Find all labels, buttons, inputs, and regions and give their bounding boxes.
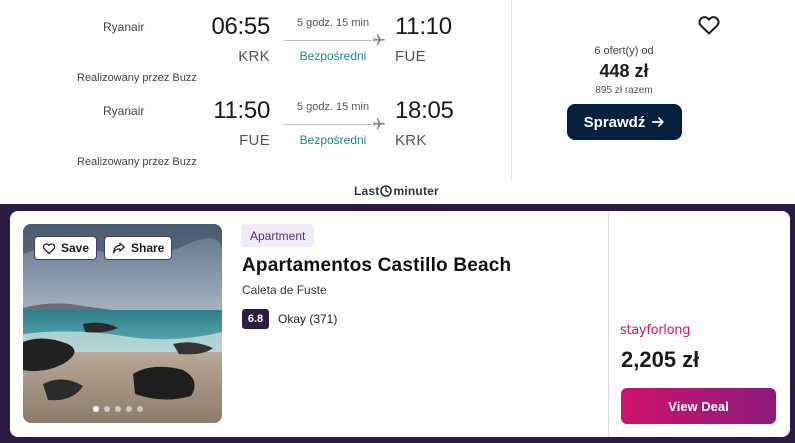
photo-carousel-dots bbox=[93, 406, 143, 412]
airline-name: Ryanair bbox=[103, 20, 145, 34]
rating-label: Okay (371) bbox=[278, 312, 338, 326]
carousel-dot[interactable] bbox=[115, 406, 121, 412]
flight-leg-outbound: Ryanair 06:55 KRK 5 godz. 15 min Bezpośr… bbox=[0, 0, 511, 84]
share-icon bbox=[113, 242, 125, 254]
card-divider bbox=[511, 0, 512, 180]
direct-label: Bezpośredni bbox=[299, 133, 367, 147]
direct-label: Bezpośredni bbox=[299, 49, 367, 63]
check-button[interactable]: Sprawdź bbox=[567, 104, 682, 140]
carousel-dot[interactable] bbox=[93, 406, 99, 412]
clock-icon bbox=[380, 185, 393, 197]
flight-duration: 5 godz. 15 min bbox=[296, 101, 370, 113]
operated-by: Realizowany przez Buzz bbox=[77, 72, 197, 84]
check-button-label: Sprawdź bbox=[583, 113, 646, 131]
plane-icon bbox=[373, 118, 385, 130]
plane-icon bbox=[373, 34, 385, 46]
view-deal-button[interactable]: View Deal bbox=[621, 388, 776, 424]
route-line bbox=[284, 40, 372, 41]
arrival-time: 11:10 bbox=[395, 13, 452, 40]
view-deal-label: View Deal bbox=[668, 398, 729, 414]
card-divider bbox=[608, 211, 609, 437]
arrival-airport: FUE bbox=[395, 48, 426, 65]
departure-airport: FUE bbox=[239, 132, 270, 149]
share-button-label: Share bbox=[131, 241, 165, 255]
hotel-name[interactable]: Apartamentos Castillo Beach bbox=[242, 255, 511, 277]
save-button-label: Save bbox=[61, 241, 90, 255]
arrow-right-icon bbox=[652, 117, 665, 127]
flight-result-card: Ryanair 06:55 KRK 5 godz. 15 min Bezpośr… bbox=[0, 0, 795, 180]
hotel-location: Caleta de Fuste bbox=[242, 283, 327, 297]
hotel-section: Save Share Apartment Apartamentos Castil… bbox=[0, 204, 795, 443]
logo-text-part2: minuter bbox=[393, 184, 439, 198]
lastminuter-logo: Last minuter bbox=[354, 184, 439, 198]
save-button[interactable]: Save bbox=[34, 236, 98, 260]
carousel-dot[interactable] bbox=[104, 406, 110, 412]
logo-text-part1: Last bbox=[354, 184, 380, 198]
arrival-airport: KRK bbox=[395, 132, 427, 149]
hotel-price: 2,205 zł bbox=[621, 347, 700, 372]
hotel-photo[interactable]: Save Share bbox=[23, 224, 222, 423]
flight-leg-return: Ryanair 11:50 FUE 5 godz. 15 min Bezpośr… bbox=[0, 84, 511, 168]
flight-price: 448 zł bbox=[599, 61, 649, 81]
flight-duration: 5 godz. 15 min bbox=[296, 17, 370, 29]
offers-count: 6 ofert(y) od bbox=[594, 45, 654, 57]
carousel-dot[interactable] bbox=[137, 406, 143, 412]
rating-score: 6.8 bbox=[242, 309, 269, 329]
arrival-time: 18:05 bbox=[395, 97, 454, 124]
operated-by: Realizowany przez Buzz bbox=[77, 156, 197, 168]
property-type-badge: Apartment bbox=[241, 224, 315, 247]
flight-total-price: 895 zł razem bbox=[595, 85, 653, 96]
heart-icon[interactable] bbox=[697, 13, 721, 35]
share-button[interactable]: Share bbox=[104, 236, 173, 260]
provider-logo: stayforlong bbox=[620, 323, 691, 338]
hotel-result-card: Save Share Apartment Apartamentos Castil… bbox=[10, 211, 790, 437]
airline-name: Ryanair bbox=[103, 104, 145, 118]
departure-time: 11:50 bbox=[213, 97, 270, 124]
departure-time: 06:55 bbox=[211, 13, 270, 40]
heart-icon bbox=[42, 243, 56, 255]
carousel-dot[interactable] bbox=[126, 406, 132, 412]
departure-airport: KRK bbox=[238, 48, 270, 65]
route-line bbox=[284, 124, 372, 125]
